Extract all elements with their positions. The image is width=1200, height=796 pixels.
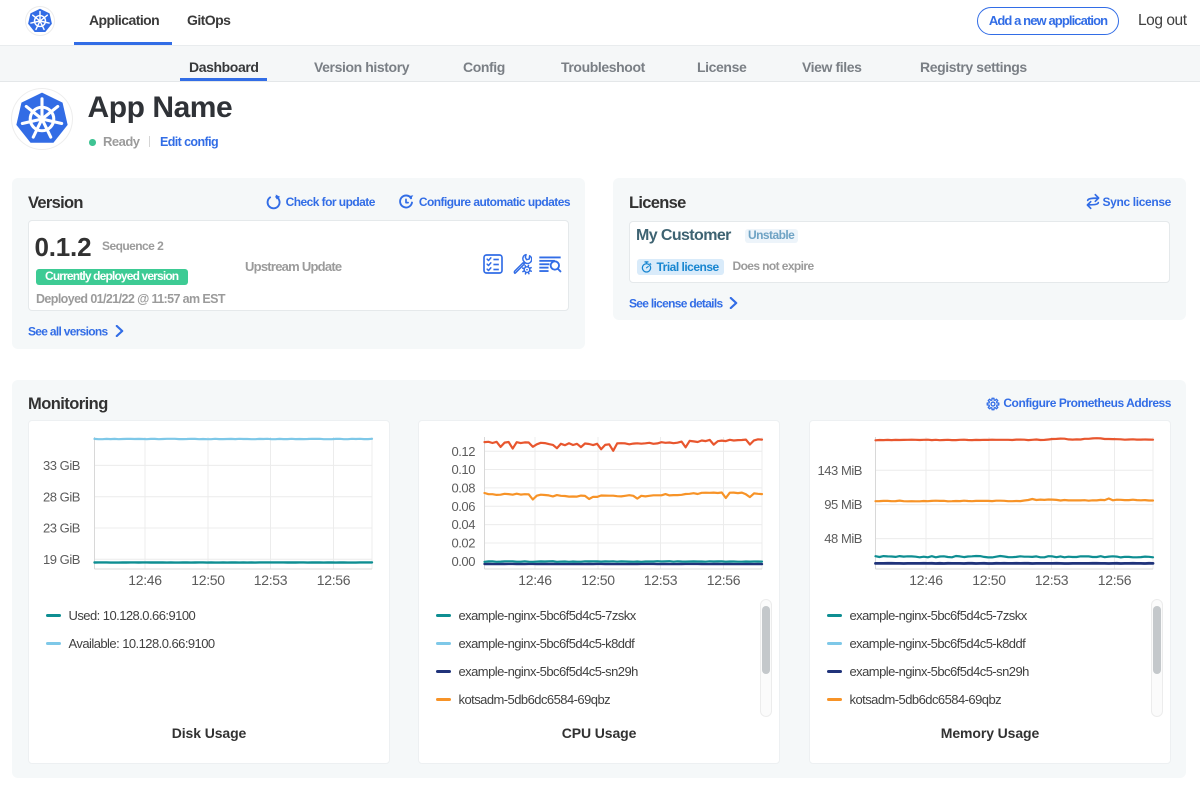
svg-text:143 MiB: 143 MiB (817, 463, 862, 478)
svg-text:23 GiB: 23 GiB (43, 521, 80, 536)
svg-text:0.04: 0.04 (451, 517, 475, 532)
svg-text:0.10: 0.10 (451, 462, 475, 477)
svg-text:12:46: 12:46 (128, 572, 162, 588)
svg-text:12:56: 12:56 (1098, 572, 1132, 588)
svg-text:12:46: 12:46 (518, 572, 552, 588)
svg-text:48 MiB: 48 MiB (824, 531, 862, 546)
svg-text:12:53: 12:53 (254, 572, 288, 588)
svg-text:12:50: 12:50 (581, 572, 615, 588)
svg-text:12:50: 12:50 (191, 572, 225, 588)
svg-text:12:53: 12:53 (644, 572, 678, 588)
svg-text:12:56: 12:56 (317, 572, 351, 588)
svg-text:95 MiB: 95 MiB (824, 497, 862, 512)
svg-text:0.06: 0.06 (451, 499, 475, 514)
svg-text:12:53: 12:53 (1035, 572, 1069, 588)
svg-text:0.02: 0.02 (451, 536, 475, 551)
svg-text:0.12: 0.12 (451, 444, 475, 459)
svg-text:0.00: 0.00 (451, 554, 475, 569)
svg-text:12:50: 12:50 (972, 572, 1006, 588)
svg-text:28 GiB: 28 GiB (43, 489, 80, 504)
svg-text:12:56: 12:56 (707, 572, 741, 588)
svg-text:0.08: 0.08 (451, 481, 475, 496)
svg-text:19 GiB: 19 GiB (43, 552, 80, 567)
svg-text:33 GiB: 33 GiB (43, 458, 80, 473)
svg-text:12:46: 12:46 (909, 572, 943, 588)
